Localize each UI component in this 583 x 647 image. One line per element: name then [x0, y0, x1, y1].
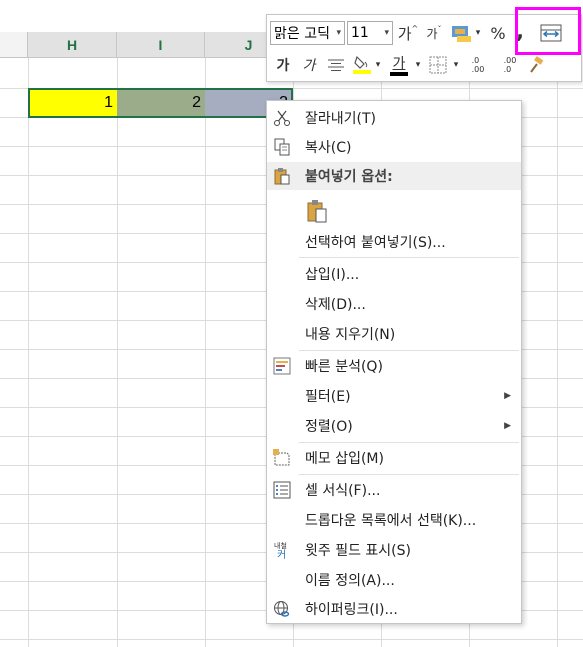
menu-item-sort[interactable]: 정렬(O) ▶ [267, 412, 521, 440]
menu-item-cut[interactable]: 잘라내기(T) [267, 104, 521, 132]
gridline [0, 639, 583, 640]
align-center-icon [328, 59, 344, 71]
phonetic-icon: 내철 커 [274, 541, 287, 559]
menu-item-label: 정렬(O) [305, 419, 353, 435]
chevron-down-icon[interactable]: ▾ [413, 53, 423, 77]
menu-item-define-name[interactable]: 이름 정의(A)... [267, 566, 521, 594]
borders-button[interactable] [427, 53, 449, 77]
shrink-font-button[interactable]: 가ˇ [423, 21, 445, 45]
menu-item-copy[interactable]: 복사(C) [267, 133, 521, 161]
menu-item-label: 메모 삽입(M) [305, 451, 384, 467]
submenu-arrow-icon: ▶ [504, 391, 511, 401]
format-cells-icon [273, 481, 291, 499]
menu-item-label: 선택하여 붙여넣기(S)... [305, 235, 446, 251]
bold-button[interactable]: 가 [273, 53, 293, 77]
menu-item-label: 필터(E) [305, 389, 351, 405]
menu-item-label: 삽입(I)... [305, 267, 360, 283]
format-painter-button[interactable] [525, 53, 547, 77]
comment-icon [273, 449, 290, 466]
increase-decimal-button[interactable]: .0 .00 [465, 53, 491, 77]
row-header-corner [0, 32, 28, 58]
accounting-icon [452, 26, 471, 42]
menu-item-format-cells[interactable]: 셀 서식(F)... [267, 476, 521, 504]
menu-item-label: 잘라내기(T) [305, 111, 376, 127]
menu-item-filter[interactable]: 필터(E) ▶ [267, 382, 521, 410]
column-header-i[interactable]: I [117, 32, 205, 58]
menu-item-quick-analysis[interactable]: 빠른 분석(Q) [267, 352, 521, 380]
chevron-down-icon[interactable]: ▾ [473, 21, 483, 45]
chevron-down-icon[interactable]: ▾ [336, 28, 341, 38]
menu-item-hyperlink[interactable]: 하이퍼링크(I)... [267, 595, 521, 623]
separator [299, 474, 519, 475]
submenu-arrow-icon: ▶ [504, 421, 511, 431]
scissors-icon [274, 110, 290, 126]
font-size-box[interactable]: 11 ▾ [347, 21, 393, 45]
percent-style-button[interactable]: % [487, 21, 509, 45]
paint-bucket-icon [353, 55, 371, 74]
menu-item-paste-special[interactable]: 선택하여 붙여넣기(S)... [267, 228, 521, 256]
svg-text:커: 커 [277, 549, 286, 559]
paste-icon [307, 200, 327, 223]
menu-item-label: 드롭다운 목록에서 선택(K)... [305, 513, 477, 529]
separator [299, 442, 519, 443]
grow-font-button[interactable]: 가 ^ [397, 21, 419, 45]
shrink-font-icon: 가 [426, 26, 438, 41]
fill-color-button[interactable] [351, 51, 373, 77]
menu-item-clear-contents[interactable]: 내용 지우기(N) [267, 320, 521, 348]
borders-icon [429, 56, 447, 74]
paste-options-header: 붙여넣기 옵션: [267, 162, 521, 190]
menu-item-label: 내용 지우기(N) [305, 327, 396, 343]
menu-item-label: 이름 정의(A)... [305, 573, 395, 589]
copy-icon [274, 138, 290, 156]
decrease-decimal-button[interactable]: .00 .0 [497, 53, 523, 77]
font-color-swatch [390, 71, 408, 76]
menu-item-insert[interactable]: 삽입(I)... [267, 260, 521, 288]
menu-item-label: 셀 서식(F)... [305, 483, 381, 499]
font-size-value: 11 [351, 25, 369, 41]
chevron-down-icon[interactable]: ▾ [384, 28, 389, 38]
quick-analysis-icon [273, 357, 291, 375]
separator [299, 257, 519, 258]
font-name-value: 맑은 고딕 [274, 26, 330, 42]
align-center-button[interactable] [325, 53, 347, 77]
column-header-h[interactable]: H [28, 32, 117, 58]
paste-option-paste[interactable] [267, 195, 521, 227]
menu-item-label: 복사(C) [305, 140, 352, 156]
format-painter-icon [530, 56, 544, 73]
font-color-button[interactable]: 가 [387, 51, 411, 77]
menu-item-delete[interactable]: 삭제(D)... [267, 290, 521, 318]
menu-item-label: 윗주 필드 표시(S) [305, 543, 411, 559]
font-color-icon: 가 [392, 55, 406, 72]
accounting-format-button[interactable] [449, 21, 475, 45]
menu-item-phonetic[interactable]: 내철 커 윗주 필드 표시(S) [267, 536, 521, 564]
menu-item-label: 하이퍼링크(I)... [305, 602, 398, 618]
separator [299, 350, 519, 351]
highlight-box [515, 7, 581, 55]
chevron-down-icon[interactable]: ▾ [451, 53, 461, 77]
menu-item-label: 삭제(D)... [305, 297, 366, 313]
menu-item-label: 빠른 분석(Q) [305, 359, 383, 375]
clipboard-icon [274, 168, 290, 185]
menu-item-insert-comment[interactable]: 메모 삽입(M) [267, 444, 521, 472]
menu-item-pick-from-list[interactable]: 드롭다운 목록에서 선택(K)... [267, 506, 521, 534]
italic-button[interactable]: 가 [299, 53, 319, 77]
hyperlink-icon [274, 601, 290, 617]
cell-i[interactable]: 2 [117, 89, 205, 117]
grow-font-icon: 가 [397, 24, 412, 43]
paste-options-label: 붙여넣기 옵션: [305, 169, 393, 185]
font-name-box[interactable]: 맑은 고딕 ▾ [270, 21, 345, 45]
svg-text:내철: 내철 [274, 541, 287, 550]
chevron-down-icon[interactable]: ▾ [373, 53, 383, 77]
context-menu: 잘라내기(T) 복사(C) 붙여넣기 옵션: 선택하여 붙여넣기(S)... 삽… [266, 100, 522, 624]
cell-h[interactable]: 1 [29, 89, 117, 117]
